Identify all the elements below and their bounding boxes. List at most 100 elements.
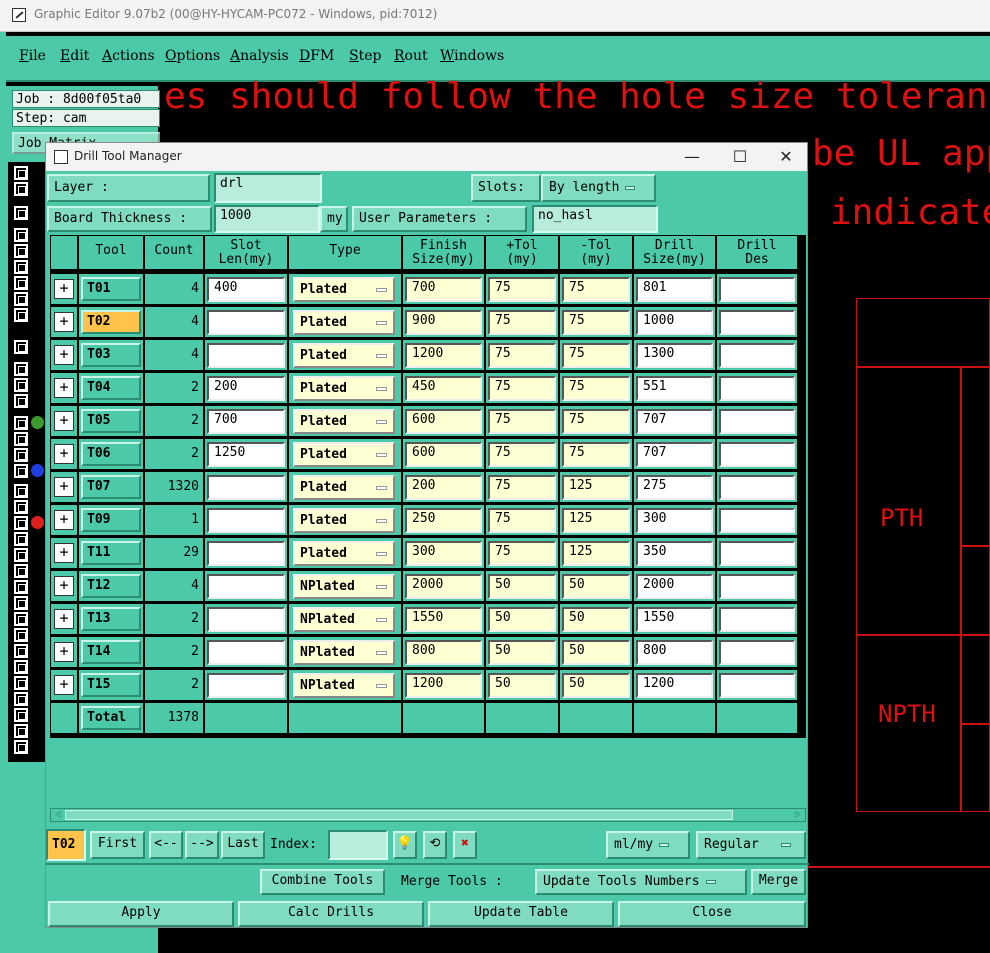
- previous-button[interactable]: <--: [149, 831, 183, 859]
- slot-length-input[interactable]: [207, 541, 285, 566]
- plus-tol-input[interactable]: 75: [488, 310, 556, 335]
- maximize-button[interactable]: ☐: [720, 145, 760, 169]
- drill-size-input[interactable]: 707: [636, 442, 713, 467]
- drill-des-input[interactable]: [719, 343, 795, 368]
- layer-toggle[interactable]: [14, 362, 28, 376]
- first-button[interactable]: First: [90, 831, 145, 859]
- expand-icon[interactable]: +: [54, 510, 74, 530]
- expand-icon[interactable]: +: [54, 444, 74, 464]
- type-select[interactable]: Plated: [293, 277, 395, 302]
- apply-button[interactable]: Apply: [48, 901, 234, 927]
- drill-des-input[interactable]: [719, 376, 795, 401]
- minus-tol-input[interactable]: 125: [562, 508, 630, 533]
- expand-icon[interactable]: +: [54, 411, 74, 431]
- type-select[interactable]: Plated: [293, 442, 395, 467]
- minimize-button[interactable]: —: [672, 145, 712, 169]
- finish-size-input[interactable]: 450: [405, 376, 482, 401]
- menu-rout[interactable]: Rout: [394, 48, 428, 64]
- layer-toggle[interactable]: [14, 628, 28, 642]
- tool-button[interactable]: T05: [81, 409, 141, 433]
- tool-button[interactable]: T06: [81, 442, 141, 466]
- type-select[interactable]: Plated: [293, 508, 395, 533]
- slot-length-input[interactable]: [207, 607, 285, 632]
- drill-size-input[interactable]: 2000: [636, 574, 713, 599]
- slot-length-input[interactable]: 1250: [207, 442, 285, 467]
- layer-toggle[interactable]: [14, 448, 28, 462]
- layer-toggle[interactable]: [14, 228, 28, 242]
- user-parameters-field[interactable]: no_hasl: [532, 205, 658, 233]
- layer-toggle[interactable]: [14, 182, 28, 196]
- expand-icon[interactable]: +: [54, 312, 74, 332]
- minus-tol-input[interactable]: 50: [562, 607, 630, 632]
- menu-dfm[interactable]: DFM: [299, 48, 334, 64]
- finish-size-input[interactable]: 250: [405, 508, 482, 533]
- drill-size-input[interactable]: 800: [636, 640, 713, 665]
- slot-length-input[interactable]: [207, 343, 285, 368]
- finish-size-input[interactable]: 600: [405, 409, 482, 434]
- drill-size-input[interactable]: 1200: [636, 673, 713, 698]
- update-table-button[interactable]: Update Table: [428, 901, 614, 927]
- plus-tol-input[interactable]: 75: [488, 343, 556, 368]
- layer-toggle[interactable]: [14, 644, 28, 658]
- layer-toggle[interactable]: [14, 500, 28, 514]
- drill-des-input[interactable]: [719, 607, 795, 632]
- slot-length-input[interactable]: [207, 508, 285, 533]
- refresh-icon[interactable]: ⟲: [423, 831, 447, 859]
- layer-toggle[interactable]: [14, 260, 28, 274]
- drill-des-input[interactable]: [719, 409, 795, 434]
- minus-tol-input[interactable]: 50: [562, 673, 630, 698]
- drill-des-input[interactable]: [719, 673, 795, 698]
- layer-toggle[interactable]: [14, 276, 28, 290]
- slot-length-input[interactable]: [207, 640, 285, 665]
- plus-tol-input[interactable]: 75: [488, 277, 556, 302]
- next-button[interactable]: -->: [185, 831, 219, 859]
- layer-toggle[interactable]: [14, 548, 28, 562]
- slot-length-input[interactable]: [207, 574, 285, 599]
- layer-toggle[interactable]: [14, 708, 28, 722]
- menu-actions[interactable]: Actions: [102, 48, 155, 64]
- drill-size-input[interactable]: 275: [636, 475, 713, 500]
- type-select[interactable]: Plated: [293, 541, 395, 566]
- scroll-right-icon[interactable]: ▷: [792, 809, 804, 821]
- expand-icon[interactable]: +: [54, 477, 74, 497]
- board-thickness-field[interactable]: 1000: [214, 205, 320, 233]
- finish-size-input[interactable]: 700: [405, 277, 482, 302]
- expand-icon[interactable]: +: [54, 675, 74, 695]
- layer-toggle[interactable]: [14, 580, 28, 594]
- layer-toggle[interactable]: [14, 340, 28, 354]
- layer-toggle[interactable]: [14, 564, 28, 578]
- tool-button[interactable]: T12: [81, 574, 141, 598]
- combine-tools-button[interactable]: Combine Tools: [260, 869, 385, 895]
- finish-size-input[interactable]: 1200: [405, 673, 482, 698]
- plus-tol-input[interactable]: 50: [488, 640, 556, 665]
- drill-des-input[interactable]: [719, 475, 795, 500]
- finish-size-input[interactable]: 200: [405, 475, 482, 500]
- layer-toggle[interactable]: [14, 394, 28, 408]
- minus-tol-input[interactable]: 75: [562, 442, 630, 467]
- finish-size-input[interactable]: 900: [405, 310, 482, 335]
- plus-tol-input[interactable]: 75: [488, 508, 556, 533]
- menu-step[interactable]: Step: [349, 48, 381, 64]
- layer-toggle[interactable]: [14, 244, 28, 258]
- minus-tol-input[interactable]: 75: [562, 343, 630, 368]
- plus-tol-input[interactable]: 50: [488, 607, 556, 632]
- drill-size-input[interactable]: 300: [636, 508, 713, 533]
- drill-des-input[interactable]: [719, 310, 795, 335]
- layer-toggle[interactable]: [14, 432, 28, 446]
- expand-icon[interactable]: +: [54, 279, 74, 299]
- minus-tol-input[interactable]: 50: [562, 640, 630, 665]
- drill-size-input[interactable]: 1000: [636, 310, 713, 335]
- layer-toggle[interactable]: [14, 484, 28, 498]
- drill-size-input[interactable]: 707: [636, 409, 713, 434]
- plus-tol-input[interactable]: 75: [488, 475, 556, 500]
- finish-size-input[interactable]: 300: [405, 541, 482, 566]
- tool-button[interactable]: T13: [81, 607, 141, 631]
- calc-drills-button[interactable]: Calc Drills: [238, 901, 424, 927]
- tool-button[interactable]: T02: [81, 310, 141, 334]
- index-field[interactable]: [328, 830, 388, 860]
- tool-button[interactable]: T04: [81, 376, 141, 400]
- layer-toggle[interactable]: [14, 166, 28, 180]
- type-select[interactable]: Plated: [293, 310, 395, 335]
- layer-toggle[interactable]: [14, 308, 28, 322]
- tool-button[interactable]: T03: [81, 343, 141, 367]
